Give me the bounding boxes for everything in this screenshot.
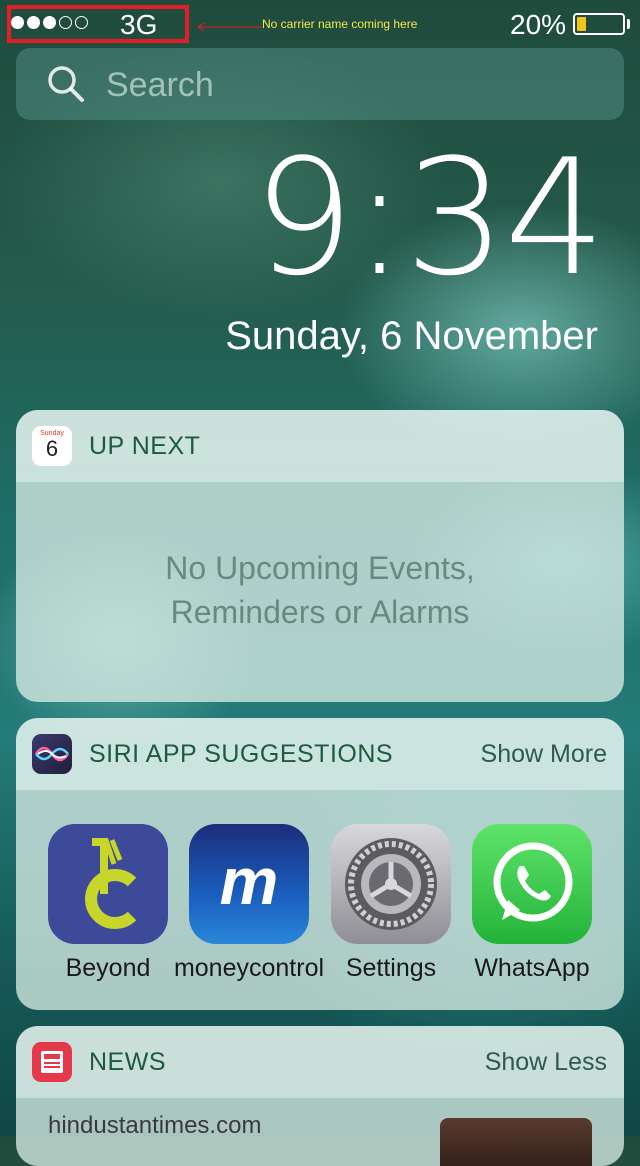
beyond-app-icon[interactable] bbox=[48, 824, 168, 944]
news-title: NEWS bbox=[89, 1048, 166, 1076]
app-label: WhatsApp bbox=[474, 954, 590, 982]
app-label: moneycontrol bbox=[173, 954, 325, 982]
lockscreen-time: 9:34 bbox=[252, 124, 606, 311]
annotation-note: No carrier name coming here bbox=[262, 17, 418, 31]
battery-tip bbox=[627, 19, 630, 29]
empty-message-line: Reminders or Alarms bbox=[170, 594, 470, 630]
battery-percentage: 20% bbox=[510, 9, 567, 40]
empty-message-line: No Upcoming Events, bbox=[165, 550, 475, 586]
signal-strength-indicator bbox=[11, 16, 88, 29]
moneycontrol-app-icon[interactable]: m bbox=[189, 824, 309, 944]
siri-icon[interactable] bbox=[32, 734, 72, 774]
up-next-empty-message: No Upcoming Events, Reminders or Alarms bbox=[16, 546, 624, 634]
siri-suggestions-title: SIRI APP SUGGESTIONS bbox=[89, 740, 394, 768]
up-next-title: UP NEXT bbox=[89, 432, 201, 460]
lockscreen-date: Sunday, 6 November bbox=[225, 314, 598, 358]
status-bar: 3G No carrier name coming here 20% bbox=[0, 0, 640, 48]
show-more-button[interactable]: Show More bbox=[481, 740, 607, 769]
up-next-widget: Sunday 6 UP NEXT No Upcoming Events, Rem… bbox=[16, 410, 624, 702]
signal-dot bbox=[59, 16, 72, 29]
news-thumbnail[interactable] bbox=[440, 1118, 592, 1166]
calendar-icon-date: 6 bbox=[45, 436, 59, 461]
battery-icon bbox=[573, 13, 625, 35]
siri-wave-icon bbox=[34, 746, 70, 762]
news-icon[interactable] bbox=[32, 1042, 72, 1082]
signal-dot bbox=[75, 16, 88, 29]
search-bar[interactable] bbox=[16, 48, 624, 120]
news-widget: NEWS Show Less hindustantimes.com bbox=[16, 1026, 624, 1166]
app-label: Settings bbox=[345, 954, 437, 982]
siri-app-suggestions-widget: SIRI APP SUGGESTIONS Show More Beyond m … bbox=[16, 718, 624, 1010]
app-suggestions-row: Beyond m moneycontrol Settings WhatsApp bbox=[16, 824, 624, 994]
signal-dot bbox=[11, 16, 24, 29]
show-less-button[interactable]: Show Less bbox=[485, 1048, 607, 1077]
annotation-arrow-icon bbox=[197, 22, 262, 32]
search-icon bbox=[48, 66, 84, 102]
calendar-icon[interactable]: Sunday 6 bbox=[32, 426, 72, 466]
battery-level-fill bbox=[577, 17, 586, 31]
app-label: Beyond bbox=[65, 954, 151, 982]
search-input[interactable] bbox=[104, 64, 608, 106]
network-type: 3G bbox=[120, 9, 158, 40]
settings-app-icon[interactable] bbox=[331, 824, 451, 944]
whatsapp-app-icon[interactable] bbox=[472, 824, 592, 944]
svg-text:m: m bbox=[220, 844, 279, 918]
signal-dot bbox=[43, 16, 56, 29]
signal-dot bbox=[27, 16, 40, 29]
